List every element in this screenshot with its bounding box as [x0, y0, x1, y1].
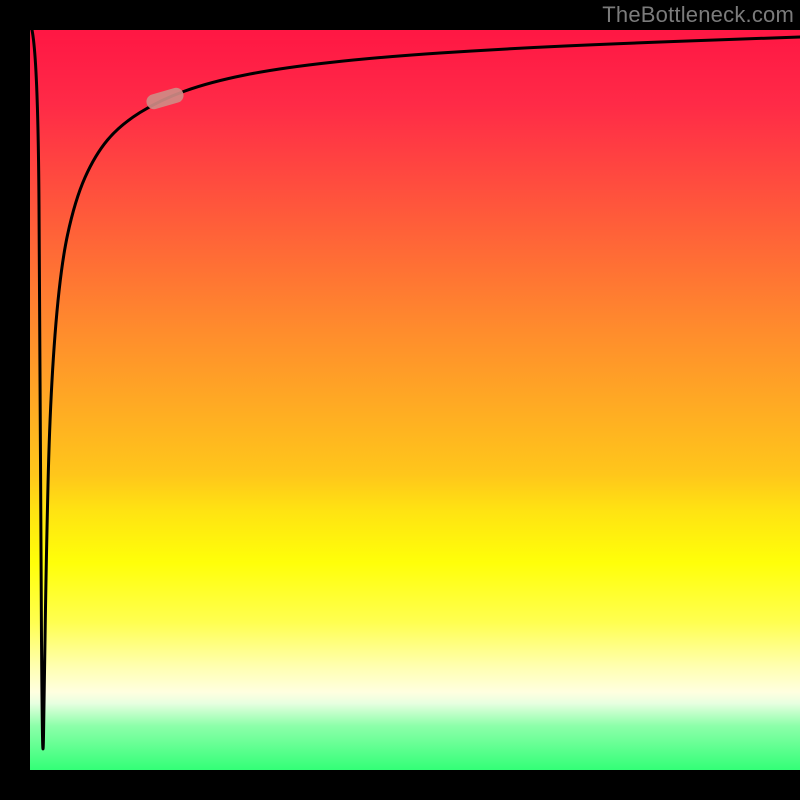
plot-area — [30, 30, 800, 770]
attribution-label: TheBottleneck.com — [602, 2, 794, 28]
curve-svg — [30, 30, 800, 770]
chart-container: TheBottleneck.com — [0, 0, 800, 800]
bottleneck-curve-path — [32, 30, 800, 749]
